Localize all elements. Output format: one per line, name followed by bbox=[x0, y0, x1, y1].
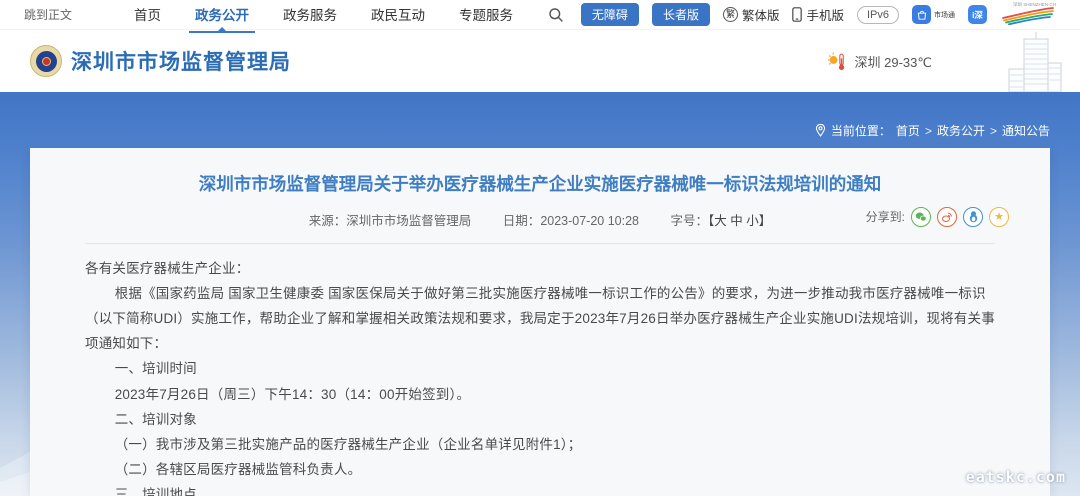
building-illustration bbox=[996, 32, 1074, 92]
mobile-phone-icon bbox=[792, 7, 802, 22]
wechat-icon bbox=[915, 211, 927, 223]
weather-text: 深圳 29-33℃ bbox=[855, 52, 933, 71]
main-nav: 首页 政务公开 政务服务 政民互动 专题服务 bbox=[134, 0, 513, 30]
breadcrumb-notices[interactable]: 通知公告 bbox=[1002, 122, 1050, 139]
share-label: 分享到: bbox=[866, 208, 905, 225]
elder-version-button[interactable]: 长者版 bbox=[652, 3, 710, 26]
meta-source: 来源：深圳市市场监督管理局 bbox=[309, 214, 472, 228]
skip-to-content-link[interactable]: 跳到正文 bbox=[24, 6, 72, 23]
market-app-link[interactable]: 市场通 bbox=[912, 5, 955, 24]
site-emblem-icon bbox=[30, 45, 62, 77]
site-logo[interactable]: 深圳市市场监督管理局 bbox=[30, 45, 291, 77]
paragraph: 三、培训地点 bbox=[85, 482, 995, 496]
nav-item-home[interactable]: 首页 bbox=[134, 0, 161, 30]
qq-icon bbox=[968, 210, 979, 223]
nav-item-special-service[interactable]: 专题服务 bbox=[459, 0, 513, 30]
svg-text:深圳 SHENZHEN·CHINA: 深圳 SHENZHEN·CHINA bbox=[1013, 1, 1056, 8]
paragraph: 2023年7月26日（周三）下午14：30（14：00开始签到）。 bbox=[85, 382, 995, 407]
page-title: 深圳市市场监督管理局关于举办医疗器械生产企业实施医疗器械唯一标识法规培训的通知 bbox=[85, 172, 995, 197]
article-body: 各有关医疗器械生产企业： 根据《国家药监局 国家卫生健康委 国家医保局关于做好第… bbox=[85, 256, 995, 496]
share-bar: 分享到: ★ bbox=[866, 207, 1009, 227]
font-size-selector[interactable]: 字号：【大 中 小】 bbox=[671, 214, 772, 228]
breadcrumb-gov-open[interactable]: 政务公开 bbox=[937, 122, 985, 139]
paragraph: 一、培训时间 bbox=[85, 356, 995, 381]
meta-date: 日期：2023-07-20 10:28 bbox=[503, 214, 639, 228]
top-utility-bar: 跳到正文 首页 政务公开 政务服务 政民互动 专题服务 无障碍 长者版 繁 繁体… bbox=[0, 0, 1080, 30]
topbar-right-tools: 无障碍 长者版 繁 繁体版 手机版 IPv6 市场通 i深 深圳 SHENZHE… bbox=[548, 0, 1056, 30]
traditional-version-link[interactable]: 繁 繁体版 bbox=[723, 5, 780, 24]
star-icon: ★ bbox=[994, 210, 1004, 223]
share-favorite-button[interactable]: ★ bbox=[989, 207, 1009, 227]
location-pin-icon bbox=[815, 124, 826, 137]
mobile-version-link[interactable]: 手机版 bbox=[792, 5, 844, 24]
ipv6-badge[interactable]: IPv6 bbox=[857, 6, 899, 24]
traditional-badge-icon: 繁 bbox=[723, 7, 738, 22]
weibo-icon bbox=[941, 211, 953, 223]
market-app-label: 市场通 bbox=[934, 10, 955, 20]
paragraph: 根据《国家药监局 国家卫生健康委 国家医保局关于做好第三批实施医疗器械唯一标识工… bbox=[85, 281, 995, 357]
site-title: 深圳市市场监督管理局 bbox=[71, 46, 291, 76]
nav-item-gov-open[interactable]: 政务公开 bbox=[195, 0, 249, 30]
market-app-icon bbox=[912, 5, 931, 24]
article-meta: 来源：深圳市市场监督管理局 日期：2023-07-20 10:28 字号：【大 … bbox=[85, 210, 995, 229]
site-header: 深圳市市场监督管理局 深圳 29-33℃ bbox=[0, 30, 1080, 92]
share-weibo-button[interactable] bbox=[937, 207, 957, 227]
share-wechat-button[interactable] bbox=[911, 207, 931, 227]
watermark: eatskc.com bbox=[966, 468, 1066, 486]
breadcrumb-home[interactable]: 首页 bbox=[896, 122, 920, 139]
article-card: 深圳市市场监督管理局关于举办医疗器械生产企业实施医疗器械唯一标识法规培训的通知 … bbox=[30, 148, 1050, 496]
paragraph: 各有关医疗器械生产企业： bbox=[85, 256, 995, 281]
title-divider bbox=[85, 243, 995, 244]
ishenzhen-app-icon[interactable]: i深 bbox=[968, 5, 987, 24]
breadcrumb: 当前位置： 首页 > 政务公开 > 通知公告 bbox=[815, 122, 1050, 139]
paragraph: （二）各辖区局医疗器械监管科负责人。 bbox=[85, 457, 995, 482]
nav-item-interaction[interactable]: 政民互动 bbox=[371, 0, 425, 30]
breadcrumb-label: 当前位置： bbox=[831, 122, 891, 139]
weather-icon bbox=[827, 52, 848, 71]
share-qq-button[interactable] bbox=[963, 207, 983, 227]
search-icon[interactable] bbox=[548, 7, 564, 23]
shenzhen-china-logo[interactable]: 深圳 SHENZHEN·CHINA bbox=[1000, 0, 1056, 30]
nav-item-gov-service[interactable]: 政务服务 bbox=[283, 0, 337, 30]
page: 跳到正文 首页 政务公开 政务服务 政民互动 专题服务 无障碍 长者版 繁 繁体… bbox=[0, 0, 1080, 496]
paragraph: 二、培训对象 bbox=[85, 407, 995, 432]
weather-widget: 深圳 29-33℃ bbox=[827, 52, 933, 71]
paragraph: （一）我市涉及第三批实施产品的医疗器械生产企业（企业名单详见附件1）； bbox=[85, 432, 995, 457]
accessibility-button[interactable]: 无障碍 bbox=[581, 3, 639, 26]
